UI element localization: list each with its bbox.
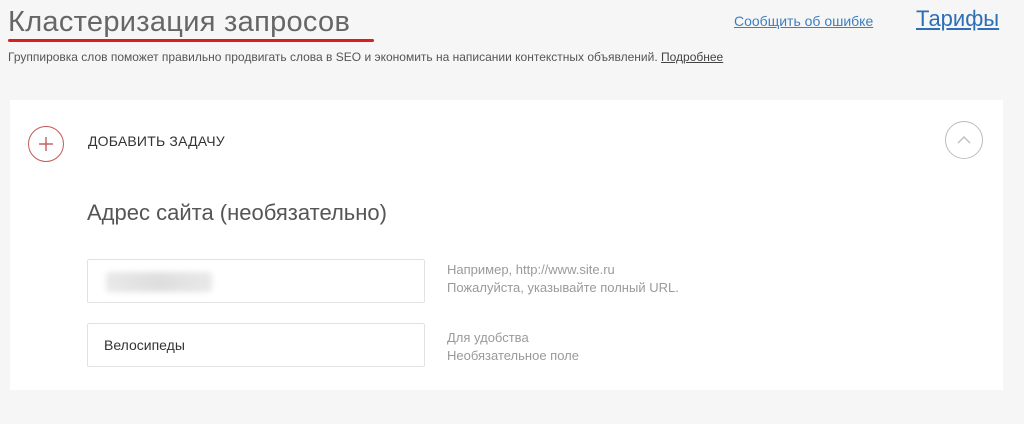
site-address-heading: Адрес сайта (необязательно) — [87, 200, 387, 225]
more-link[interactable]: Подробнее — [661, 50, 723, 64]
page: Кластеризация запросов Сообщить об ошибк… — [0, 0, 1024, 424]
task-name-input[interactable] — [88, 324, 424, 366]
page-subtitle: Группировка слов поможет правильно продв… — [8, 50, 723, 64]
task-name-field[interactable] — [87, 323, 425, 367]
task-name-hint-line1: Для удобства — [447, 330, 529, 345]
page-title: Кластеризация запросов — [8, 6, 351, 38]
page-header: Кластеризация запросов Сообщить об ошибк… — [0, 0, 1024, 100]
add-task-label[interactable]: ДОБАВИТЬ ЗАДАЧУ — [88, 133, 225, 149]
add-task-button[interactable] — [28, 126, 64, 162]
task-name-hint: Для удобства Необязательное поле — [447, 329, 579, 365]
site-url-hint: Например, http://www.site.ru Пожалуйста,… — [447, 261, 679, 297]
site-url-field[interactable] — [87, 259, 425, 303]
add-task-panel: ДОБАВИТЬ ЗАДАЧУ Адрес сайта (необязатель… — [10, 100, 1003, 390]
site-url-hint-line2: Пожалуйста, указывайте полный URL. — [447, 280, 679, 295]
tariffs-link[interactable]: Тарифы — [916, 6, 999, 32]
plus-circle-icon — [39, 137, 53, 151]
report-error-link[interactable]: Сообщить об ошибке — [734, 13, 873, 29]
subtitle-text: Группировка слов поможет правильно продв… — [8, 50, 658, 64]
collapse-button[interactable] — [945, 121, 983, 159]
site-url-input[interactable] — [88, 260, 424, 302]
chevron-up-icon — [957, 136, 971, 144]
title-underline — [8, 39, 374, 42]
task-name-hint-line2: Необязательное поле — [447, 348, 579, 363]
site-url-hint-line1: Например, http://www.site.ru — [447, 262, 615, 277]
